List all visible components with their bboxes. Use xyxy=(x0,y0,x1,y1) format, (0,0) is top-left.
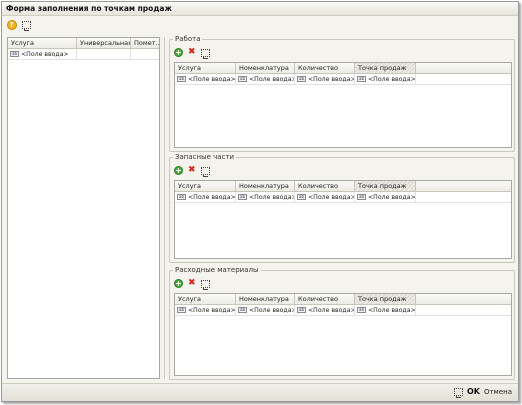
materials-table-header: Услуга Номенклатура Количество Точка про… xyxy=(175,294,511,305)
nomenclature-cell[interactable]: ab <Поле ввода> xyxy=(236,305,295,315)
table-settings-icon[interactable] xyxy=(200,279,210,290)
text-field-icon: ab xyxy=(177,76,186,82)
point-of-sale-cell[interactable]: ab <Поле ввода> xyxy=(355,305,416,315)
services-table[interactable]: Услуга Универсальная Помет... ab <Поле в… xyxy=(7,37,160,379)
cell-value: <Поле ввода> xyxy=(249,306,295,314)
column-header-universal[interactable]: Универсальная xyxy=(77,38,131,48)
work-group: Работа + ✖ Услуга Номенклатура Количеств… xyxy=(169,35,515,152)
work-group-title: Работа xyxy=(173,35,203,43)
text-field-icon: ab xyxy=(297,194,306,200)
form-settings-button[interactable] xyxy=(21,20,32,31)
cell-value: <Поле ввода> xyxy=(249,75,295,83)
service-cell[interactable]: ab <Поле ввода> xyxy=(175,74,236,84)
service-cell[interactable]: ab <Поле ввода> xyxy=(175,192,236,202)
nomenclature-cell[interactable]: ab <Поле ввода> xyxy=(236,192,295,202)
cell-value: <Поле ввода> xyxy=(188,306,236,314)
text-field-icon: ab xyxy=(238,76,247,82)
table-settings-icon[interactable] xyxy=(200,48,210,59)
add-row-icon[interactable]: + xyxy=(174,279,183,288)
materials-group-title: Расходные материалы xyxy=(173,266,261,274)
parts-group-title: Запасные части xyxy=(173,153,237,161)
text-field-icon: ab xyxy=(357,76,366,82)
text-field-icon: ab xyxy=(357,194,366,200)
column-header-quantity[interactable]: Количество xyxy=(295,181,355,191)
panel-splitter[interactable] xyxy=(164,37,166,379)
service-cell[interactable]: ab <Поле ввода> xyxy=(8,49,77,59)
form-settings-icon xyxy=(22,21,31,31)
text-field-icon: ab xyxy=(297,76,306,82)
nomenclature-cell[interactable]: ab <Поле ввода> xyxy=(236,74,295,84)
form-settings-icon[interactable] xyxy=(453,387,463,398)
text-field-icon: ab xyxy=(177,194,186,200)
work-toolbar: + ✖ xyxy=(174,48,210,59)
window-title: Форма заполнения по точкам продаж xyxy=(2,2,518,16)
table-settings-icon[interactable] xyxy=(200,166,210,177)
text-field-icon: ab xyxy=(238,307,247,313)
text-field-icon: ab xyxy=(177,307,186,313)
point-of-sale-cell[interactable]: ab <Поле ввода> xyxy=(355,192,416,202)
work-table[interactable]: Услуга Номенклатура Количество Точка про… xyxy=(174,62,512,148)
cell-value: <Поле ввода> xyxy=(249,193,295,201)
service-cell[interactable]: ab <Поле ввода> xyxy=(175,305,236,315)
main-toolbar: ? xyxy=(6,19,32,31)
column-header-service[interactable]: Услуга xyxy=(175,63,236,73)
cell-value: <Поле ввода> xyxy=(368,193,416,201)
text-field-icon: ab xyxy=(10,51,19,57)
parts-table[interactable]: Услуга Номенклатура Количество Точка про… xyxy=(174,180,512,259)
column-header-point-of-sale[interactable]: Точка продаж xyxy=(355,294,416,304)
column-header-service[interactable]: Услуга xyxy=(175,294,236,304)
delete-row-icon[interactable]: ✖ xyxy=(188,48,196,57)
quantity-cell[interactable]: ab <Поле ввода> xyxy=(295,74,355,84)
text-field-icon: ab xyxy=(238,194,247,200)
cell-value: <Поле ввода> xyxy=(188,193,236,201)
form-footer: OK Отмена xyxy=(2,383,518,401)
column-header-quantity[interactable]: Количество xyxy=(295,294,355,304)
cell-value: <Поле ввода> xyxy=(308,75,355,83)
cancel-button[interactable]: Отмена xyxy=(484,388,512,396)
column-header-nomenclature[interactable]: Номенклатура xyxy=(236,63,295,73)
materials-table[interactable]: Услуга Номенклатура Количество Точка про… xyxy=(174,293,512,376)
quantity-cell[interactable]: ab <Поле ввода> xyxy=(295,192,355,202)
cell-value: <Поле ввода> xyxy=(308,306,355,314)
column-header-service[interactable]: Услуга xyxy=(175,181,236,191)
cell-value: <Поле ввода> xyxy=(368,306,416,314)
help-button[interactable]: ? xyxy=(6,20,17,31)
column-header-nomenclature[interactable]: Номенклатура xyxy=(236,294,295,304)
materials-group: Расходные материалы + ✖ Услуга Номенклат… xyxy=(169,266,515,380)
text-field-icon: ab xyxy=(357,307,366,313)
service-value: <Поле ввода> xyxy=(21,50,69,58)
column-header-point-of-sale[interactable]: Точка продаж xyxy=(355,181,416,191)
point-of-sale-cell[interactable]: ab <Поле ввода> xyxy=(355,74,416,84)
table-row[interactable]: ab <Поле ввода> ab <Поле ввода> ab <Поле вв… xyxy=(175,305,511,316)
universal-cell[interactable] xyxy=(77,49,131,59)
footer-buttons: OK Отмена xyxy=(453,387,512,398)
mark-cell[interactable] xyxy=(131,49,159,59)
quantity-cell[interactable]: ab <Поле ввода> xyxy=(295,305,355,315)
parts-group: Запасные части + ✖ Услуга Номенклатура К… xyxy=(169,153,515,263)
column-header-service[interactable]: Услуга xyxy=(8,38,77,48)
table-row[interactable]: ab <Поле ввода> ab <Поле ввода> ab <Поле вв… xyxy=(175,192,511,203)
add-row-icon[interactable]: + xyxy=(174,166,183,175)
text-field-icon: ab xyxy=(297,307,306,313)
ok-button[interactable]: OK xyxy=(467,387,480,396)
column-header-point-of-sale[interactable]: Точка продаж xyxy=(355,63,416,73)
table-row[interactable]: ab <Поле ввода> ab <Поле ввода> ab <Поле вв… xyxy=(175,74,511,85)
parts-toolbar: + ✖ xyxy=(174,166,210,177)
cell-value: <Поле ввода> xyxy=(188,75,236,83)
help-icon: ? xyxy=(6,20,17,30)
cell-value: <Поле ввода> xyxy=(368,75,416,83)
column-header-nomenclature[interactable]: Номенклатура xyxy=(236,181,295,191)
column-header-mark[interactable]: Помет... xyxy=(131,38,159,48)
delete-row-icon[interactable]: ✖ xyxy=(188,279,196,288)
add-row-icon[interactable]: + xyxy=(174,48,183,57)
services-table-header: Услуга Универсальная Помет... xyxy=(8,38,159,49)
cell-value: <Поле ввода> xyxy=(308,193,355,201)
form-window: Форма заполнения по точкам продаж ? Услу… xyxy=(1,1,519,402)
materials-toolbar: + ✖ xyxy=(174,279,210,290)
delete-row-icon[interactable]: ✖ xyxy=(188,166,196,175)
table-row[interactable]: ab <Поле ввода> xyxy=(8,49,159,60)
parts-table-header: Услуга Номенклатура Количество Точка про… xyxy=(175,181,511,192)
column-header-quantity[interactable]: Количество xyxy=(295,63,355,73)
work-table-header: Услуга Номенклатура Количество Точка про… xyxy=(175,63,511,74)
